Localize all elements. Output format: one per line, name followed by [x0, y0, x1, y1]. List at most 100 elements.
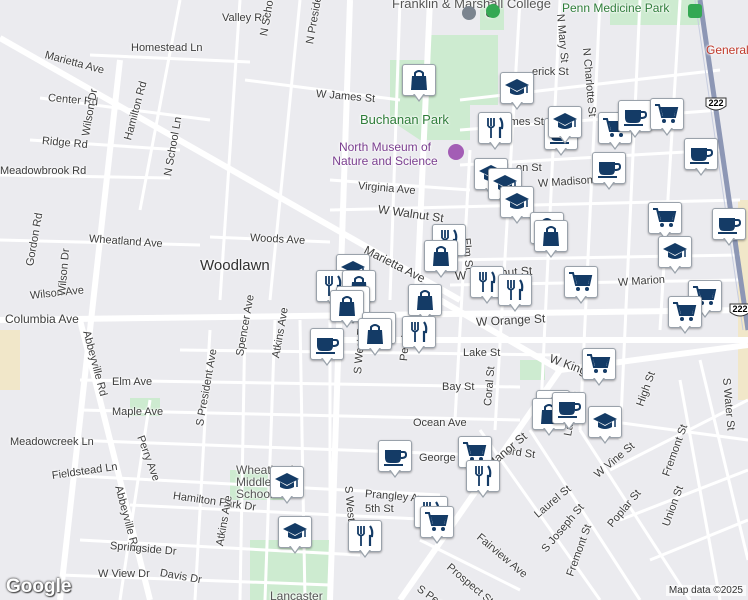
street-label: W View Dr [98, 568, 150, 580]
restaurant-marker[interactable] [478, 112, 512, 152]
school-marker[interactable] [500, 186, 534, 226]
museum-icon[interactable] [448, 144, 464, 160]
school-marker[interactable] [588, 406, 622, 446]
marker-pointer [603, 181, 615, 190]
street-label: Meadowbrook Rd [0, 165, 87, 177]
google-logo: Google [6, 576, 72, 597]
street-label: Bay St [442, 381, 475, 393]
school-marker[interactable] [278, 516, 312, 556]
grocery-marker[interactable] [534, 220, 568, 260]
route-number: 222 [732, 304, 748, 314]
cafe-marker[interactable] [712, 208, 746, 248]
shopping-bag-icon [358, 318, 392, 350]
cafe-marker[interactable] [684, 138, 718, 178]
school-marker[interactable] [548, 106, 582, 146]
street-label: Elm Ave [112, 376, 153, 388]
shopping-cart-icon [564, 266, 598, 298]
museum-label[interactable]: North Museum of Nature and Science [322, 140, 448, 168]
graduation-cap-icon [658, 236, 692, 268]
marker-pointer [289, 545, 301, 554]
street-label: W Orange St [475, 311, 546, 329]
street-label: Maple Ave [112, 406, 164, 418]
street-label: erick St [532, 66, 569, 78]
school-marker[interactable] [500, 72, 534, 112]
park-icon[interactable] [688, 4, 702, 18]
cafe-marker[interactable] [378, 440, 412, 480]
marker-pointer [413, 93, 425, 102]
marker-pointer [669, 265, 681, 274]
marker-pointer [575, 295, 587, 304]
place-label: Lancaster [270, 589, 323, 600]
fork-knife-icon [466, 460, 500, 492]
grocery-marker[interactable] [358, 318, 392, 358]
shop-marker[interactable] [582, 348, 616, 388]
coffee-cup-icon [378, 440, 412, 472]
restaurant-marker[interactable] [402, 316, 436, 356]
marker-pointer [559, 135, 571, 144]
coffee-cup-icon [684, 138, 718, 170]
marker-pointer [555, 147, 567, 156]
park-label[interactable]: Penn Medicine Park [562, 2, 669, 14]
marker-pointer [679, 325, 691, 334]
marker-pointer [281, 495, 293, 504]
coffee-cup-icon [310, 328, 344, 360]
graduation-cap-icon [270, 466, 304, 498]
shop-marker[interactable] [420, 506, 454, 546]
cafe-marker[interactable] [592, 152, 626, 192]
school-marker[interactable] [658, 236, 692, 276]
fork-knife-icon [478, 112, 512, 144]
college-icon[interactable] [462, 6, 476, 20]
shopping-bag-icon [408, 284, 442, 316]
marker-pointer [599, 435, 611, 444]
restaurant-marker[interactable] [466, 460, 500, 500]
marker-pointer [723, 237, 735, 246]
street-label: Ocean Ave [413, 417, 467, 429]
shop-marker[interactable] [650, 98, 684, 138]
marker-pointer [413, 345, 425, 354]
grocery-marker[interactable] [424, 240, 458, 280]
school-marker[interactable] [270, 466, 304, 506]
coffee-cup-icon [592, 152, 626, 184]
restaurant-marker[interactable] [348, 520, 382, 560]
grocery-marker[interactable] [402, 64, 436, 104]
cafe-marker[interactable] [310, 328, 344, 368]
restaurant-marker[interactable] [498, 274, 532, 314]
street-label: Lake St [463, 347, 501, 359]
shop-marker[interactable] [668, 296, 702, 336]
cafe-marker[interactable] [552, 392, 586, 432]
coffee-cup-icon [618, 100, 652, 132]
route-number: 222 [708, 98, 724, 108]
graduation-cap-icon [500, 72, 534, 104]
marker-pointer [629, 129, 641, 138]
marker-pointer [695, 167, 707, 176]
marker-pointer [489, 141, 501, 150]
marker-pointer [359, 549, 371, 558]
shopping-bag-icon [534, 220, 568, 252]
street-label: Homestead Ln [131, 42, 203, 54]
shopping-cart-icon [668, 296, 702, 328]
marker-pointer [511, 101, 523, 110]
marker-pointer [341, 319, 353, 328]
shop-marker[interactable] [564, 266, 598, 306]
street-label: Meadowcreek Ln [10, 436, 94, 448]
marker-pointer [563, 421, 575, 430]
marker-pointer [481, 295, 493, 304]
street-label: George [419, 452, 456, 464]
marker-pointer [509, 303, 521, 312]
park-icon[interactable] [486, 4, 500, 18]
park-label[interactable]: Buchanan Park [360, 113, 449, 126]
marker-pointer [511, 215, 523, 224]
cafe-marker[interactable] [618, 100, 652, 140]
hospital-label[interactable]: General [706, 44, 748, 56]
map-attribution[interactable]: Map data ©2025 [665, 585, 746, 596]
marker-pointer [661, 127, 673, 136]
marker-pointer [431, 535, 443, 544]
route-shield: 222 [728, 302, 748, 320]
coffee-cup-icon [552, 392, 586, 424]
fork-knife-icon [402, 316, 436, 348]
graduation-cap-icon [588, 406, 622, 438]
marker-pointer [369, 347, 381, 356]
street-label: 5th St [365, 503, 394, 515]
shopping-cart-icon [582, 348, 616, 380]
map-canvas[interactable]: Valley Rd Homestead Ln Marietta Ave Cent… [0, 0, 748, 600]
